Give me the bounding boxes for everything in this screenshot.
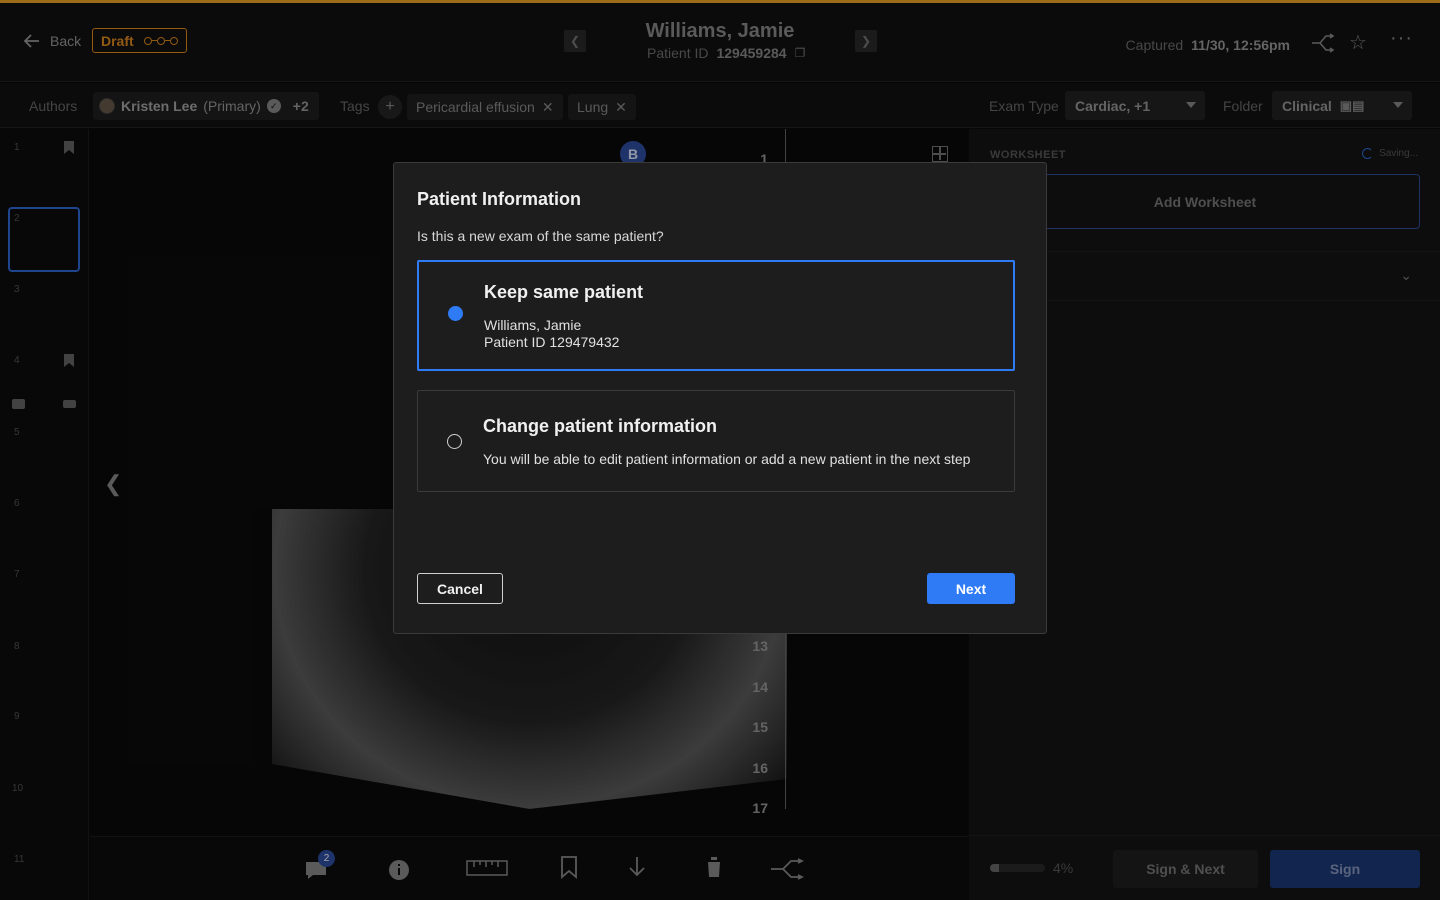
option-description: You will be able to edit patient informa… xyxy=(483,451,971,467)
patient-info-dialog: Patient Information Is this a new exam o… xyxy=(393,162,1047,634)
change-patient-option[interactable]: Change patient information You will be a… xyxy=(417,390,1015,492)
dialog-title: Patient Information xyxy=(417,189,582,209)
option-patient-id: Patient ID 129479432 xyxy=(484,334,620,350)
option-title: Change patient information xyxy=(483,416,717,436)
radio-selected-icon[interactable] xyxy=(448,306,463,321)
next-button[interactable]: Next xyxy=(927,573,1015,604)
dialog-subtitle: Is this a new exam of the same patient? xyxy=(417,228,664,244)
cancel-button[interactable]: Cancel xyxy=(417,573,503,604)
option-title: Keep same patient xyxy=(484,282,644,302)
option-patient-name: Williams, Jamie xyxy=(484,317,582,333)
radio-unselected-icon[interactable] xyxy=(447,434,462,449)
keep-same-patient-option[interactable]: Keep same patient Williams, Jamie Patien… xyxy=(417,260,1015,371)
